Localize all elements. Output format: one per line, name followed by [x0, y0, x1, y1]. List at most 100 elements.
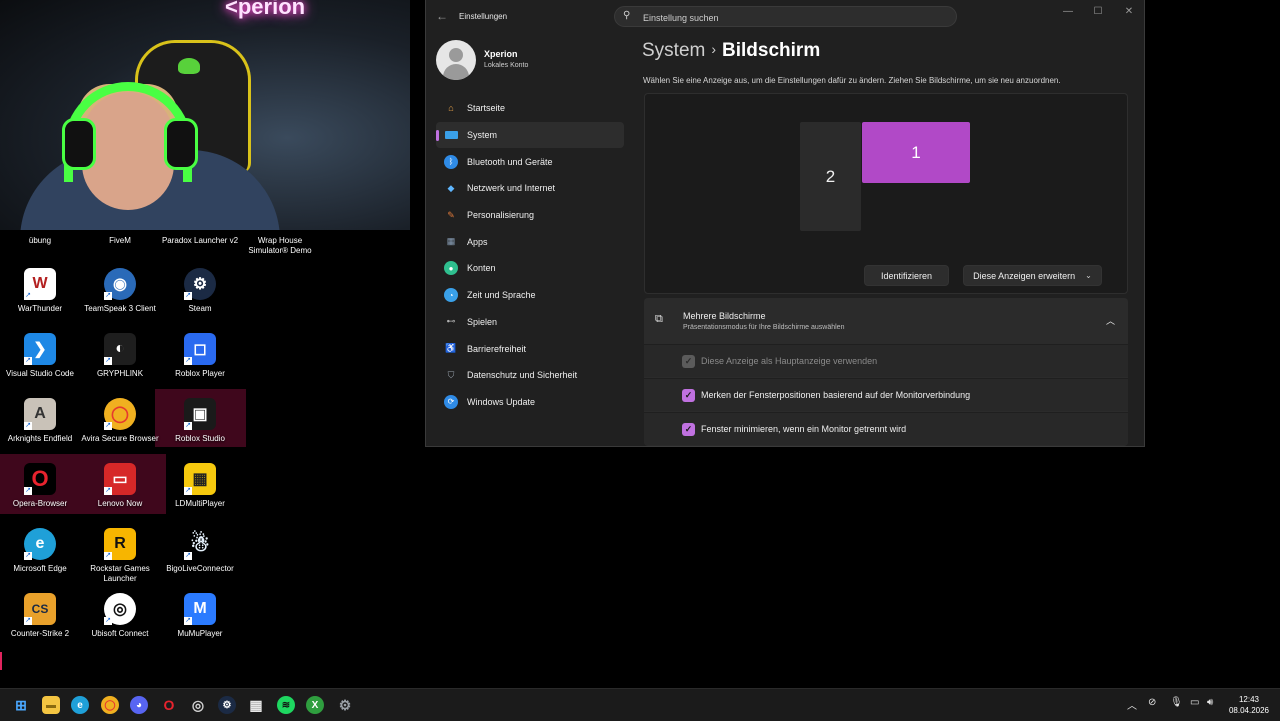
sidebar-item-bluetooth[interactable]: ᛒ Bluetooth und Geräte: [436, 148, 624, 175]
sidebar-item-label: Netzwerk und Internet: [467, 183, 556, 194]
shortcut-arrow-icon: ↗: [104, 357, 112, 365]
identify-button[interactable]: Identifizieren: [864, 265, 949, 286]
steam-icon[interactable]: ⚙: [218, 696, 236, 714]
brush-icon: ✎: [447, 209, 455, 220]
breadcrumb-parent[interactable]: System: [642, 40, 705, 61]
sidebar-item-label: Personalisierung: [467, 210, 535, 221]
speaker-icon[interactable]: 🔊︎: [1207, 697, 1213, 708]
xbox-icon[interactable]: X: [306, 696, 324, 714]
desktop-icon-label[interactable]: übung: [0, 236, 80, 246]
desktop-icon-rockstar[interactable]: R ↗ Rockstar Games Launcher: [80, 524, 160, 588]
sidebar-item-barrierefreiheit[interactable]: ♿ Barrierefreiheit: [436, 335, 624, 362]
shortcut-arrow-icon: ↗: [184, 292, 192, 300]
sync-icon: ⟳: [444, 394, 458, 409]
sidebar-item-apps[interactable]: ▦ Apps: [436, 228, 624, 255]
main-display-checkbox: ✓: [682, 355, 695, 368]
sidebar-item-spielen[interactable]: ⊷ Spielen: [436, 309, 624, 336]
discord-icon[interactable]: ◕: [130, 696, 148, 714]
system-clock[interactable]: 12:43 08.04.2026: [1226, 694, 1272, 716]
sidebar-item-datenschutz[interactable]: ⛉ Datenschutz und Sicherheit: [436, 362, 624, 389]
shortcut-arrow-icon: ↗: [24, 292, 32, 300]
settings-icon[interactable]: ⚙: [336, 696, 354, 714]
minimize-icon[interactable]: —: [1058, 6, 1078, 17]
desktop-icon-label[interactable]: Paradox Launcher v2: [160, 236, 240, 246]
avira-browser-icon[interactable]: ◯: [101, 696, 119, 714]
chevron-up-icon[interactable]: ︿: [1106, 314, 1115, 327]
shortcut-arrow-icon: ↗: [104, 422, 112, 430]
sidebar-item-konten[interactable]: ● Konten: [436, 255, 624, 282]
desktop-icon-label[interactable]: FiveM: [80, 236, 160, 246]
desktop-icon-avira-browser[interactable]: ◯ ↗ Avira Secure Browser: [80, 394, 160, 458]
desktop-icon-gryphlink[interactable]: ◐ ↗ GRYPHLINK: [80, 329, 160, 393]
desktop-icon-steam[interactable]: ⚙ ↗ Steam: [160, 264, 240, 328]
desktop-icon-edge[interactable]: e ↗ Microsoft Edge: [0, 524, 80, 588]
sidebar-item-label: Bluetooth und Geräte: [467, 156, 553, 167]
desktop-icon-ldmultiplayer[interactable]: ▦ ↗ LDMultiPlayer: [160, 459, 240, 523]
desktop-icon-warthunder[interactable]: W ↗ WarThunder: [0, 264, 80, 328]
desktop-icon-mumuplayer[interactable]: M ↗ MuMuPlayer: [160, 589, 240, 653]
desktop-icon-teamspeak[interactable]: ◉ ↗ TeamSpeak 3 Client: [80, 264, 160, 328]
sidebar-item-netzwerk[interactable]: ◆ Netzwerk und Internet: [436, 175, 624, 202]
desktop-icon-roblox-player[interactable]: ◻ ↗ Roblox Player: [160, 329, 240, 393]
search-box[interactable]: ⚲: [614, 6, 957, 27]
desktop-icon-label: TeamSpeak 3 Client: [84, 304, 156, 313]
remember-positions-checkbox[interactable]: ✓: [682, 389, 695, 402]
sidebar-item-personalisierung[interactable]: ✎ Personalisierung: [436, 202, 624, 229]
breadcrumb: System › Bildschirm: [642, 40, 820, 62]
desktop-icon-lenovo-now[interactable]: ▭ ↗ Lenovo Now: [80, 459, 160, 523]
search-input[interactable]: [641, 9, 945, 26]
multiple-displays-header[interactable]: ⧉ Mehrere Bildschirme Präsentationsmodus…: [644, 298, 1128, 344]
desktop-icon-label: Roblox Studio: [175, 434, 225, 443]
display-description: Wählen Sie eine Anzeige aus, um die Eins…: [643, 76, 1061, 85]
sidebar-item-label: Zeit und Sprache: [467, 290, 536, 301]
bluetooth-off-icon[interactable]: ⊘: [1148, 697, 1156, 708]
desktop-icon-ubisoft[interactable]: ◎ ↗ Ubisoft Connect: [80, 589, 160, 653]
sidebar-item-windows-update[interactable]: ⟳ Windows Update: [436, 389, 624, 416]
avatar: [436, 40, 476, 80]
opera-gx-icon[interactable]: O: [160, 696, 178, 714]
sidebar-item-system[interactable]: System: [436, 121, 624, 149]
microphone-icon[interactable]: 🎙︎: [1170, 697, 1183, 708]
desktop-icon-opera[interactable]: O ↗ Opera-Browser: [0, 459, 80, 523]
shortcut-arrow-icon: ↗: [184, 552, 192, 560]
option-main-display: ✓ Diese Anzeige als Hauptanzeige verwend…: [644, 344, 1128, 377]
edge-icon[interactable]: e: [71, 696, 89, 714]
close-icon[interactable]: ✕: [1119, 6, 1139, 17]
back-arrow-icon[interactable]: ←: [436, 9, 448, 23]
display-mode-dropdown[interactable]: Diese Anzeigen erweitern ⌄: [963, 265, 1102, 286]
desktop-icon-cs2[interactable]: CS ↗ Counter-Strike 2: [0, 589, 80, 653]
desktop-icon-label[interactable]: Wrap House Simulator® Demo: [240, 236, 320, 256]
sidebar-item-label: Startseite: [467, 103, 506, 114]
shield-icon: ⛉: [447, 369, 455, 380]
user-profile[interactable]: Xperion Lokales Konto: [436, 40, 626, 80]
gamepad-icon: ⊷: [446, 316, 456, 327]
monitor-arrangement-panel: 2 1 Identifizieren Diese Anzeigen erweit…: [644, 93, 1128, 294]
desktop-icon-label: Ubisoft Connect: [91, 629, 149, 638]
network-icon[interactable]: ▭: [1190, 697, 1199, 708]
sidebar-item-label: Barrierefreiheit: [467, 343, 527, 354]
desktop-icon-vscode[interactable]: ❯ ↗ Visual Studio Code: [0, 329, 80, 393]
desktop-icon-label: Counter-Strike 2: [10, 629, 70, 638]
option-label: Fenster minimieren, wenn ein Monitor get…: [701, 424, 907, 434]
settings-window: ← Einstellungen ⚲ — ☐ ✕ Xperion Lokales …: [425, 0, 1145, 447]
neon-sign-text: <perion: [225, 0, 306, 19]
store-icon[interactable]: ▦: [247, 696, 265, 714]
maximize-icon[interactable]: ☐: [1088, 6, 1108, 17]
minimize-windows-checkbox[interactable]: ✓: [682, 423, 695, 436]
desktop-icon-bigolive[interactable]: ☃ ↗ BigoLiveConnector: [160, 524, 240, 588]
sidebar-item-label: Spielen: [467, 316, 498, 327]
sidebar-item-label: Datenschutz und Sicherheit: [467, 370, 578, 381]
monitor-1-tile[interactable]: 1: [862, 122, 970, 183]
file-explorer-icon[interactable]: ▬: [42, 696, 60, 714]
ubisoft-icon[interactable]: ◎: [189, 696, 207, 714]
sidebar-item-zeit-sprache[interactable]: ◔ Zeit und Sprache: [436, 282, 624, 309]
start-icon[interactable]: ⊞: [12, 696, 30, 714]
chevron-up-icon[interactable]: ︿: [1127, 697, 1137, 712]
monitor-2-tile[interactable]: 2: [800, 122, 861, 231]
spotify-icon[interactable]: ≋: [277, 696, 295, 714]
desktop-icon-arknights[interactable]: A ↗ Arknights Endfield: [0, 394, 80, 458]
desktop-icon-label: BigoLiveConnector: [166, 564, 234, 573]
desktop-icon-roblox-studio[interactable]: ▣ ↗ Roblox Studio: [160, 394, 240, 458]
sidebar-item-startseite[interactable]: ⌂ Startseite: [436, 95, 624, 122]
sidebar-item-label: Konten: [467, 263, 496, 274]
